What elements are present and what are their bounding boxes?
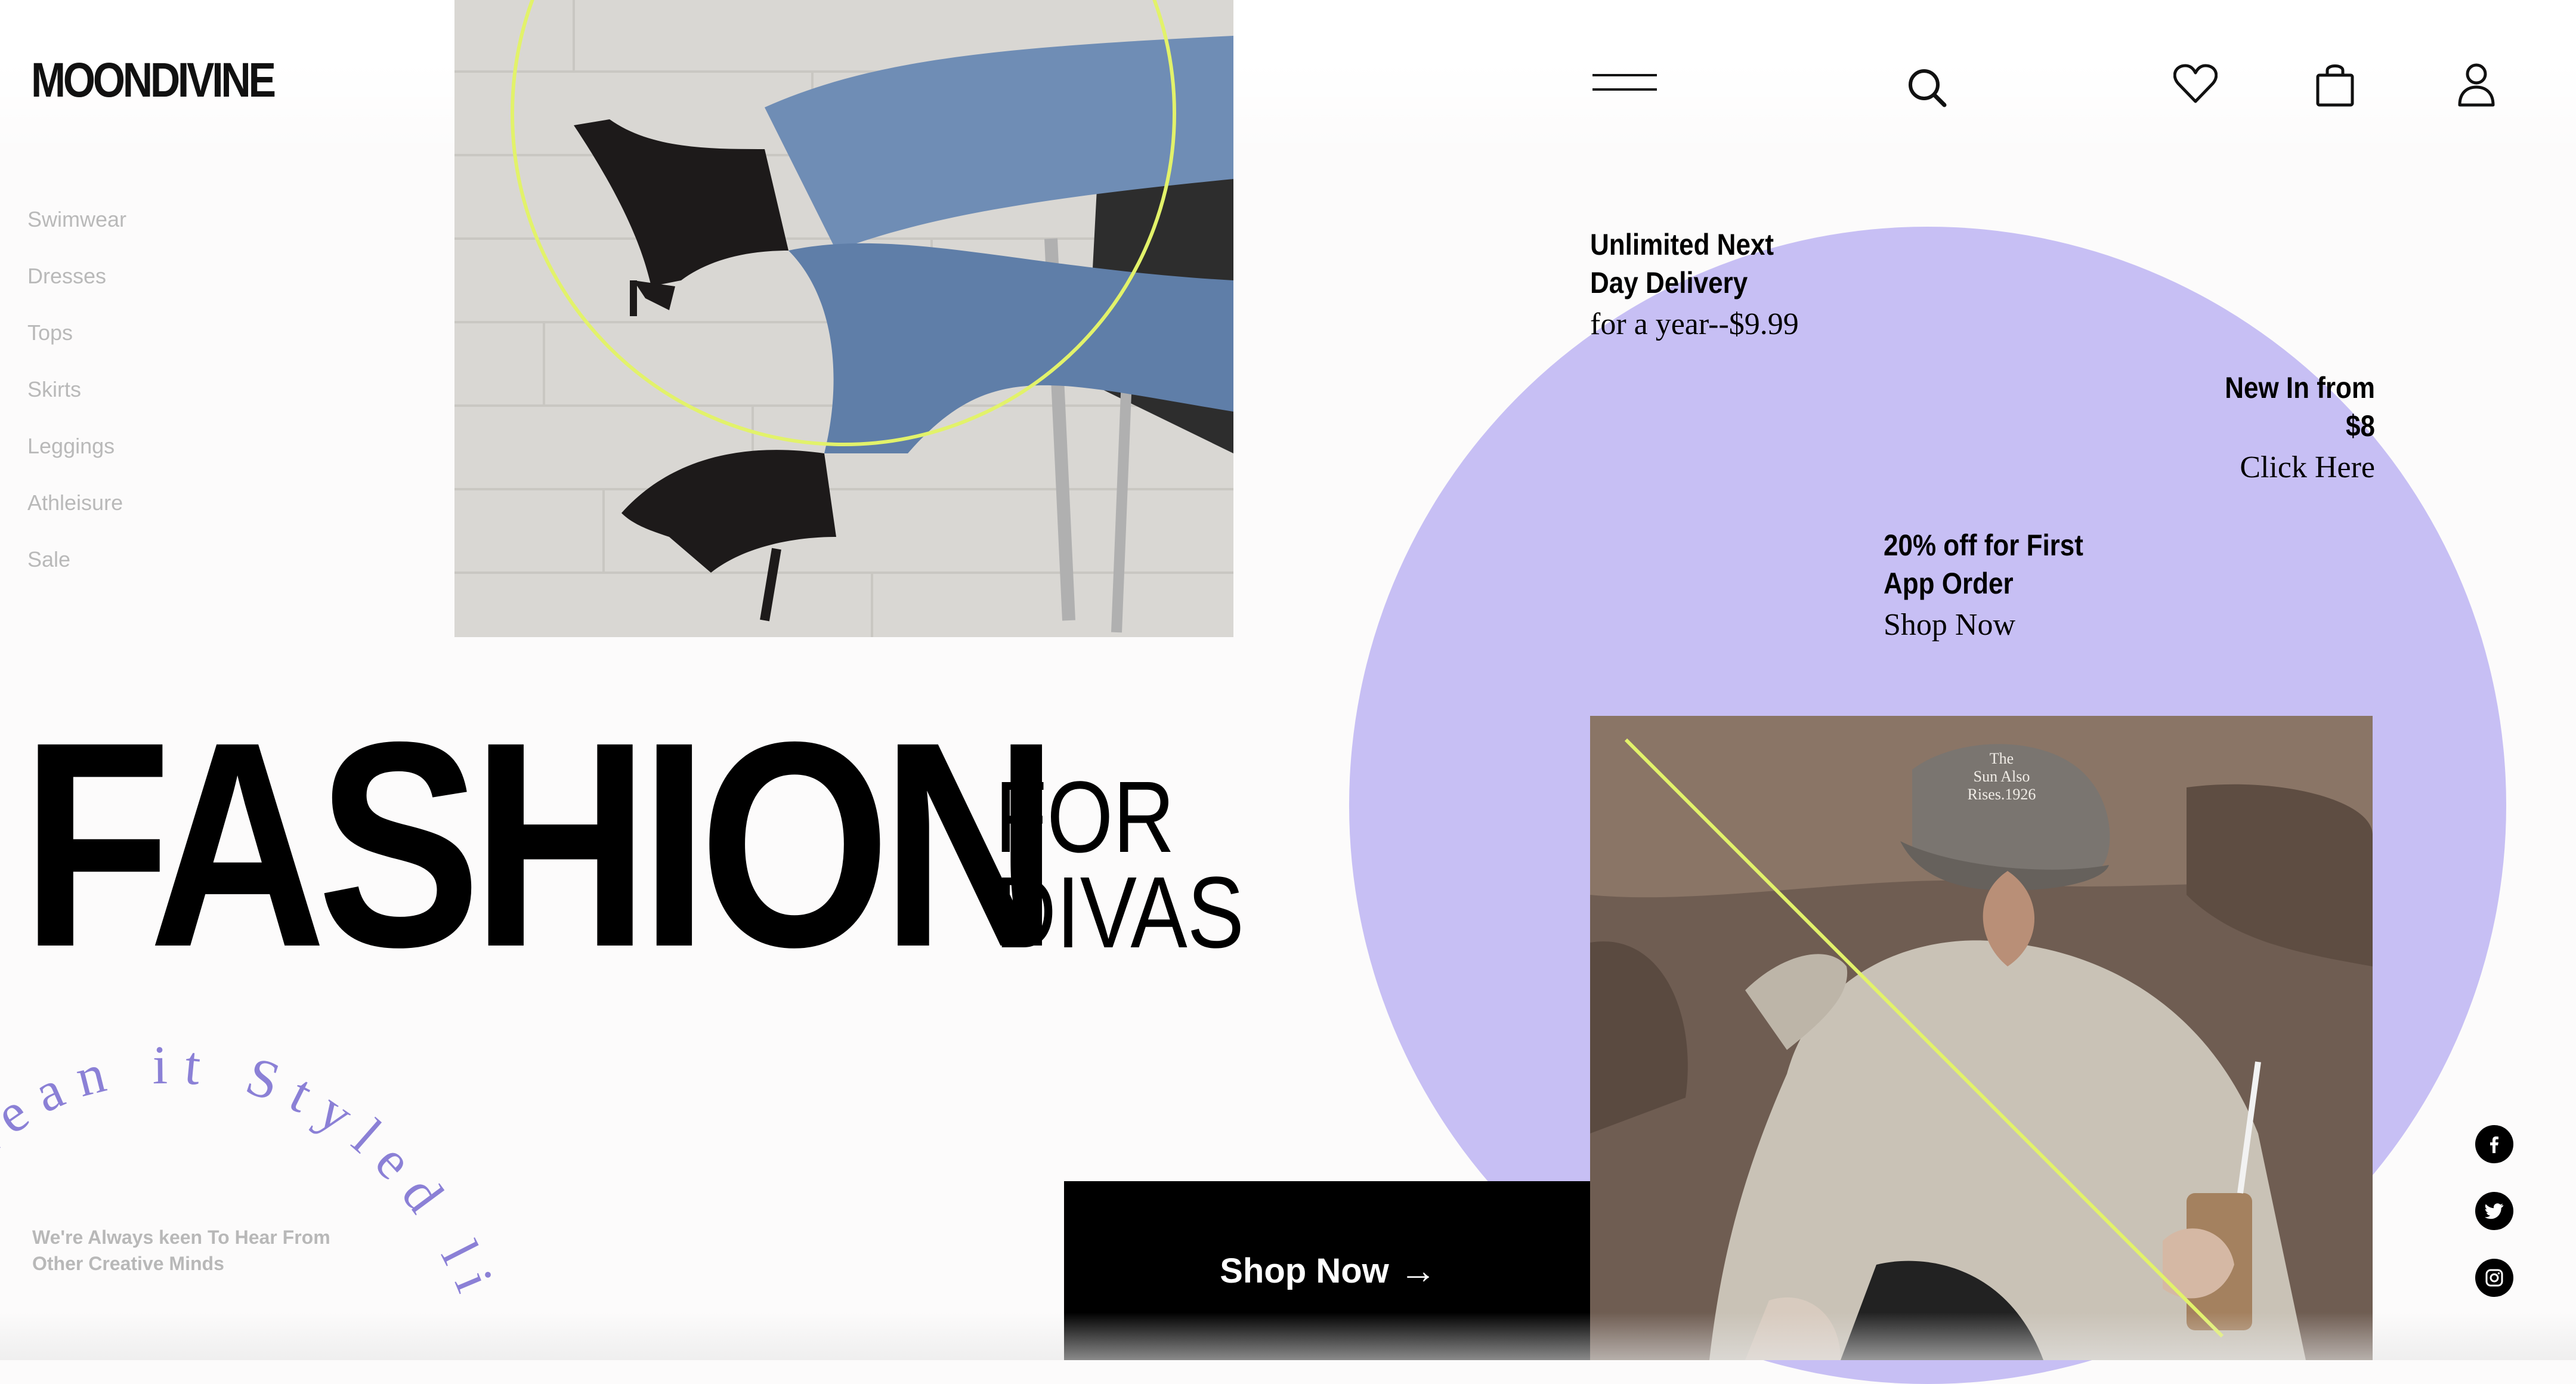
promo-delivery-line1: Unlimited Next	[1590, 228, 1774, 261]
sidebar-item-tops[interactable]: Tops	[27, 316, 126, 373]
category-nav: Swimwear Dresses Tops Skirts Leggings At…	[27, 203, 126, 600]
hero-photo-boots	[454, 0, 1233, 637]
promo-delivery-price[interactable]: for a year--$9.99	[1590, 307, 1799, 342]
shop-now-label: Shop Now	[1220, 1251, 1389, 1290]
sidebar-item-swimwear[interactable]: Swimwear	[27, 203, 126, 260]
creative-minds-line1: We're Always keen To Hear From	[32, 1227, 330, 1248]
promo-delivery-line2: Day Delivery	[1590, 266, 1748, 299]
promo-new-in-link[interactable]: Click Here	[2178, 450, 2375, 485]
promo-app-order: 20% off for First App Order Shop Now	[1884, 526, 2111, 642]
sidebar-item-sale[interactable]: Sale	[27, 543, 126, 600]
search-icon[interactable]	[1906, 67, 1948, 112]
sidebar-item-athleisure[interactable]: Athleisure	[27, 486, 126, 543]
promo-app-order-link[interactable]: Shop Now	[1884, 607, 2111, 642]
menu-icon[interactable]	[1592, 70, 1657, 97]
hero-subtitle-line1: FOR	[995, 761, 1175, 874]
curved-text: mean it Styled li	[0, 1034, 537, 1360]
hero-title: FASHION	[21, 681, 1059, 1008]
hero-subtitle-line2: DIVAS	[995, 856, 1244, 969]
arrow-right-icon: →	[1399, 1250, 1437, 1292]
brand-logo[interactable]: MOONDIVINE	[31, 52, 276, 109]
svg-text:The: The	[1990, 750, 2014, 767]
svg-text:Sun Also: Sun Also	[1974, 768, 2030, 785]
shop-now-button[interactable]: Shop Now →	[1064, 1181, 1592, 1360]
sidebar-item-skirts[interactable]: Skirts	[27, 373, 126, 430]
promo-new-in: New In from $8 Click Here	[2178, 369, 2375, 485]
sidebar-item-dresses[interactable]: Dresses	[27, 260, 126, 316]
hero-photo-cap: The Sun Also Rises.1926	[1590, 716, 2373, 1360]
instagram-icon[interactable]	[2475, 1259, 2513, 1297]
hero-subtitle: FOR DIVAS	[995, 761, 1244, 969]
facebook-icon[interactable]	[2475, 1125, 2513, 1163]
svg-text:Rises.1926: Rises.1926	[1968, 786, 2036, 803]
promo-app-order-line1: 20% off for First	[1884, 529, 2083, 562]
heart-icon[interactable]	[2173, 63, 2218, 108]
twitter-icon[interactable]	[2475, 1192, 2513, 1230]
promo-delivery: Unlimited Next Day Delivery for a year--…	[1590, 225, 1799, 342]
user-icon[interactable]	[2457, 62, 2495, 110]
promo-app-order-line2: App Order	[1884, 567, 2014, 600]
shopping-bag-icon[interactable]	[2315, 62, 2355, 110]
creative-minds-line2: Other Creative Minds	[32, 1253, 224, 1274]
sidebar-item-leggings[interactable]: Leggings	[27, 430, 126, 486]
promo-new-in-title: New In from $8	[2225, 371, 2375, 443]
creative-minds-note: We're Always keen To Hear From Other Cre…	[32, 1224, 342, 1277]
